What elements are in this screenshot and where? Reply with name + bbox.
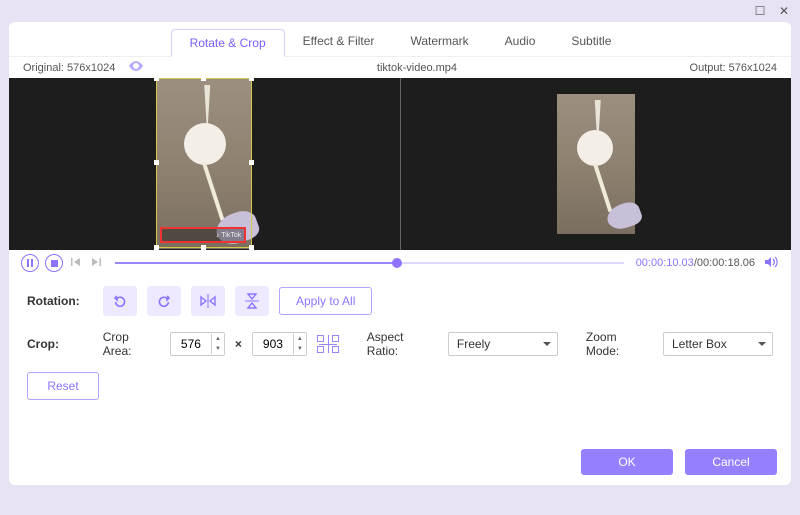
- multiply-icon: ×: [235, 337, 242, 351]
- crop-row: Crop: Crop Area: ▲▼ × ▲▼: [27, 330, 773, 358]
- crop-width-input[interactable]: [171, 333, 211, 355]
- crop-handle-tl[interactable]: [154, 78, 159, 81]
- pause-button[interactable]: [21, 254, 39, 272]
- seek-progress: [115, 262, 397, 264]
- rotate-left-button[interactable]: [103, 286, 137, 316]
- next-frame-button[interactable]: [89, 257, 103, 270]
- cancel-button[interactable]: Cancel: [685, 449, 777, 475]
- aspect-ratio-label: Aspect Ratio:: [367, 330, 438, 358]
- seek-thumb[interactable]: [392, 258, 402, 268]
- crop-width-down[interactable]: ▼: [212, 344, 224, 354]
- original-size-label: Original: 576x1024: [23, 61, 144, 74]
- filename-label: tiktok-video.mp4: [144, 62, 689, 74]
- crop-handle-bm[interactable]: [201, 245, 206, 250]
- rotation-row: Rotation: Apply to All: [27, 286, 773, 316]
- reset-button[interactable]: Reset: [27, 372, 99, 400]
- playback-bar: 00:00:10.03/00:00:18.06: [9, 250, 791, 276]
- center-crop-button[interactable]: [317, 333, 339, 355]
- prev-frame-button[interactable]: [69, 257, 83, 270]
- controls-panel: Rotation: Apply to All Crop: Crop Area:: [9, 276, 791, 424]
- apply-to-all-button[interactable]: Apply to All: [279, 287, 372, 315]
- content-panel: Rotate & Crop Effect & Filter Watermark …: [9, 22, 791, 485]
- tab-subtitle[interactable]: Subtitle: [553, 28, 629, 56]
- rotate-right-button[interactable]: [147, 286, 181, 316]
- crop-handle-bl[interactable]: [154, 245, 159, 250]
- flip-vertical-button[interactable]: [235, 286, 269, 316]
- preview-area: ♪ TikTok: [9, 78, 791, 250]
- close-button[interactable]: ✕: [778, 5, 790, 17]
- output-size-label: Output: 576x1024: [690, 62, 777, 74]
- seek-track[interactable]: [115, 256, 624, 270]
- crop-handle-tr[interactable]: [249, 78, 254, 81]
- zoom-mode-select[interactable]: Letter Box: [663, 332, 773, 356]
- crop-height-down[interactable]: ▼: [294, 344, 306, 354]
- editor-window: ☐ ✕ Rotate & Crop Effect & Filter Waterm…: [0, 0, 800, 515]
- volume-icon[interactable]: [765, 255, 779, 271]
- crop-handle-rm[interactable]: [249, 160, 254, 165]
- reset-row: Reset: [27, 372, 773, 400]
- crop-selection[interactable]: [156, 78, 252, 248]
- crop-handle-lm[interactable]: [154, 160, 159, 165]
- time-display: 00:00:10.03/00:00:18.06: [636, 257, 755, 269]
- ok-button[interactable]: OK: [581, 449, 673, 475]
- titlebar: ☐ ✕: [0, 0, 800, 22]
- original-size-text: Original: 576x1024: [23, 62, 115, 74]
- preview-output: [401, 78, 792, 250]
- crop-width-up[interactable]: ▲: [212, 334, 224, 344]
- frame-art: [577, 130, 613, 166]
- maximize-button[interactable]: ☐: [754, 5, 766, 17]
- crop-handle-br[interactable]: [249, 245, 254, 250]
- aspect-ratio-select[interactable]: Freely: [448, 332, 558, 356]
- video-frame-output: [557, 94, 635, 234]
- tab-rotate-crop[interactable]: Rotate & Crop: [171, 29, 285, 57]
- crop-height-spinner[interactable]: ▲▼: [252, 332, 307, 356]
- frame-art: [593, 163, 612, 212]
- current-time: 00:00:10.03: [636, 257, 694, 269]
- total-time: 00:00:18.06: [697, 257, 755, 269]
- crop-width-spinner[interactable]: ▲▼: [170, 332, 225, 356]
- crop-height-input[interactable]: [253, 333, 293, 355]
- crop-height-field: ▲▼: [252, 332, 307, 356]
- tab-effect-filter[interactable]: Effect & Filter: [285, 28, 393, 56]
- crop-area-label: Crop Area:: [103, 330, 160, 358]
- crop-width-field: ▲▼: [170, 332, 225, 356]
- crop-label: Crop:: [27, 337, 93, 351]
- stop-button[interactable]: [45, 254, 63, 272]
- preview-original[interactable]: ♪ TikTok: [9, 78, 401, 250]
- crop-height-up[interactable]: ▲: [294, 334, 306, 344]
- zoom-mode-label: Zoom Mode:: [586, 330, 653, 358]
- crop-handle-tm[interactable]: [201, 78, 206, 81]
- info-bar: Original: 576x1024 tiktok-video.mp4 Outp…: [9, 57, 791, 78]
- preview-eye-icon[interactable]: [128, 62, 144, 74]
- bottom-spacer: [9, 507, 791, 509]
- footer-buttons: OK Cancel: [581, 449, 777, 475]
- flip-horizontal-button[interactable]: [191, 286, 225, 316]
- rotation-label: Rotation:: [27, 294, 93, 308]
- tab-watermark[interactable]: Watermark: [392, 28, 486, 56]
- tab-audio[interactable]: Audio: [487, 28, 554, 56]
- tab-bar: Rotate & Crop Effect & Filter Watermark …: [9, 22, 791, 57]
